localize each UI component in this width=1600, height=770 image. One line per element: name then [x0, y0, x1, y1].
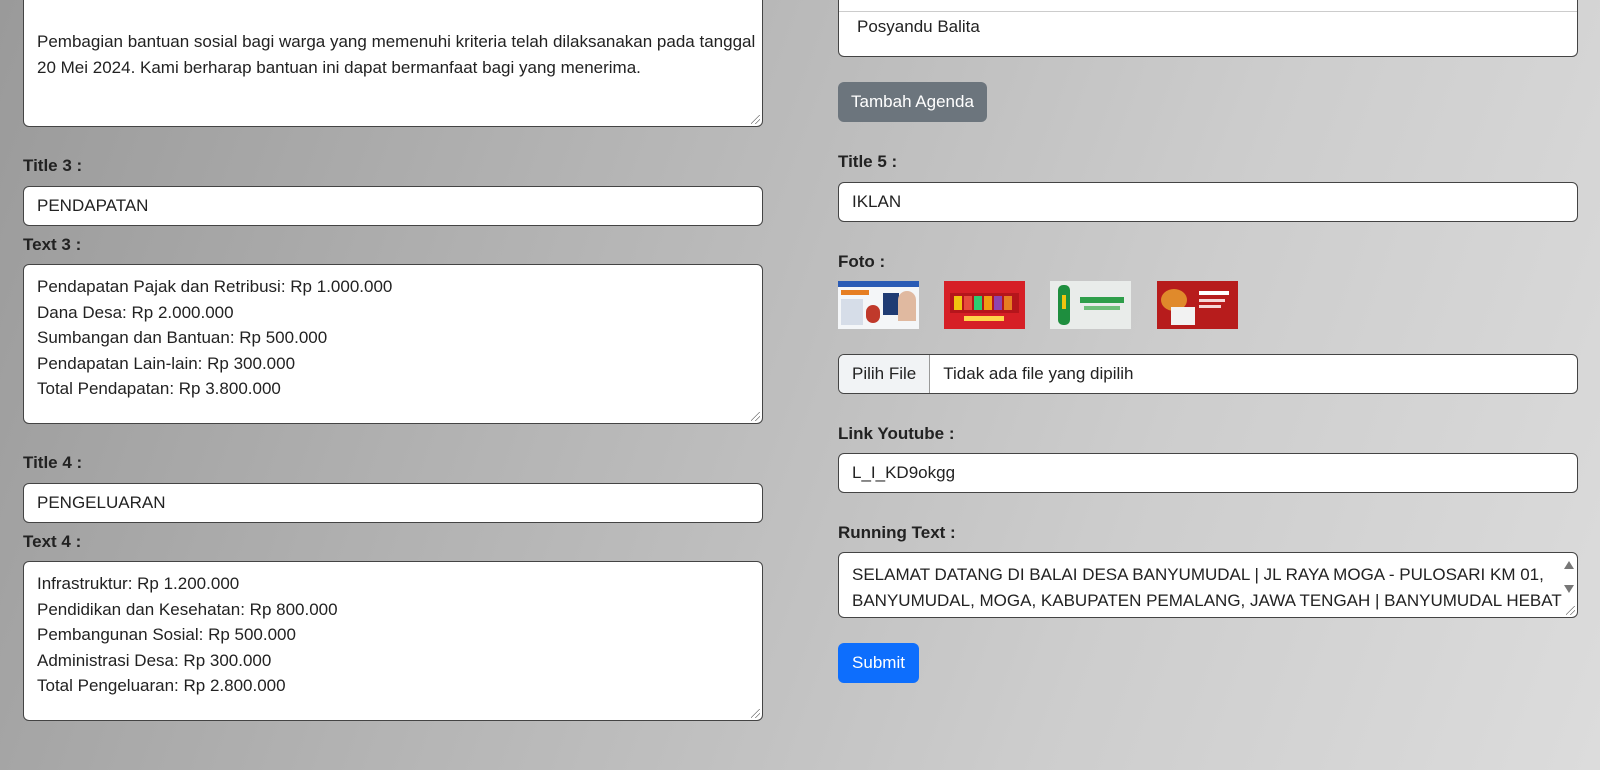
ad-thumbnail-4	[1157, 281, 1238, 329]
title3-input[interactable]: PENDAPATAN	[23, 186, 763, 226]
ad-thumbnail-2	[944, 281, 1025, 329]
title4-label: Title 4 :	[23, 453, 83, 472]
resize-grip-icon[interactable]	[751, 115, 760, 124]
ad-thumbnail-3	[1050, 281, 1131, 329]
title5-input[interactable]: IKLAN	[838, 182, 1578, 222]
text3-label: Text 3 :	[23, 235, 82, 254]
ad-thumbnail-1	[838, 281, 919, 329]
running-text-line: BANYUMUDAL, MOGA, KABUPATEN PEMALANG, JA…	[852, 590, 1562, 610]
text2-line: 20 Mei 2024. Kami berharap bantuan ini d…	[37, 57, 641, 77]
running-text-textarea[interactable]: SELAMAT DATANG DI BALAI DESA BANYUMUDAL …	[838, 552, 1578, 618]
text4-label: Text 4 :	[23, 532, 82, 551]
add-agenda-button[interactable]: Tambah Agenda	[838, 82, 987, 122]
photo-file-input[interactable]: Pilih File Tidak ada file yang dipilih	[838, 354, 1578, 394]
resize-grip-icon[interactable]	[751, 709, 760, 718]
scroll-up-icon[interactable]	[1564, 561, 1574, 569]
text3-line: Pendapatan Lain-lain: Rp 300.000	[37, 353, 296, 373]
youtube-input[interactable]: L_I_KD9okgg	[838, 453, 1578, 493]
running-text-label: Running Text :	[838, 523, 956, 542]
agenda-divider	[839, 11, 1577, 12]
scroll-down-icon[interactable]	[1564, 585, 1574, 593]
text4-line: Total Pengeluaran: Rp 2.800.000	[37, 676, 286, 695]
text4-line: Pendidikan dan Kesehatan: Rp 800.000	[37, 599, 338, 619]
text4-line: Pembangunan Sosial: Rp 500.000	[37, 625, 296, 644]
title5-label: Title 5 :	[838, 152, 898, 171]
text3-line: Dana Desa: Rp 2.000.000	[37, 302, 234, 322]
text3-line: Pendapatan Pajak dan Retribusi: Rp 1.000…	[37, 277, 393, 296]
foto-label: Foto :	[838, 252, 886, 271]
text4-line: Administrasi Desa: Rp 300.000	[37, 650, 272, 670]
text3-textarea[interactable]: Pendapatan Pajak dan Retribusi: Rp 1.000…	[23, 264, 763, 424]
resize-grip-icon[interactable]	[751, 412, 760, 421]
choose-file-button[interactable]: Pilih File	[839, 355, 931, 393]
title3-label: Title 3 :	[23, 156, 83, 175]
text3-line: Sumbangan dan Bantuan: Rp 500.000	[37, 328, 328, 347]
submit-button[interactable]: Submit	[838, 643, 919, 683]
resize-grip-icon[interactable]	[1566, 606, 1575, 615]
youtube-label: Link Youtube :	[838, 424, 955, 443]
agenda-list: Posyandu Balita	[838, 0, 1578, 57]
text3-line: Total Pendapatan: Rp 3.800.000	[37, 379, 281, 398]
text2-line: Pembagian bantuan sosial bagi warga yang…	[37, 32, 756, 51]
text4-textarea[interactable]: Infrastruktur: Rp 1.200.000 Pendidikan d…	[23, 561, 763, 721]
title4-input[interactable]: PENGELUARAN	[23, 483, 763, 523]
text4-line: Infrastruktur: Rp 1.200.000	[37, 574, 240, 593]
file-status-text: Tidak ada file yang dipilih	[943, 364, 1134, 383]
text2-textarea[interactable]: Pembagian bantuan sosial bagi warga yang…	[23, 0, 763, 127]
agenda-list-item[interactable]: Posyandu Balita	[857, 17, 980, 37]
running-text-line: SELAMAT DATANG DI BALAI DESA BANYUMUDAL …	[852, 565, 1544, 584]
